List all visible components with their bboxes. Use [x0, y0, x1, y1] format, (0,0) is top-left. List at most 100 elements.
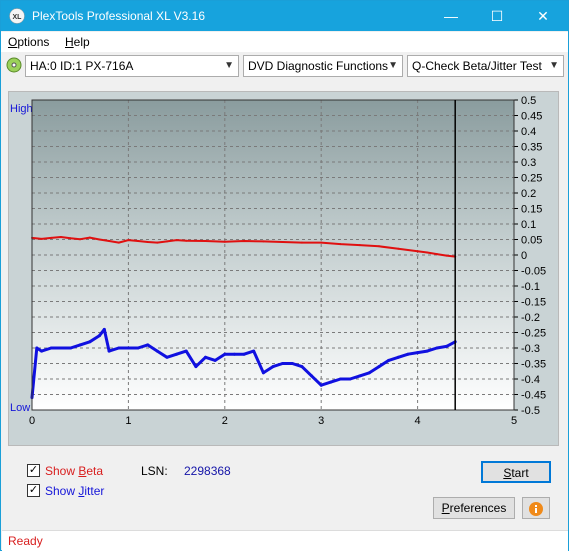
jitter-point — [445, 344, 448, 348]
jitter-point — [358, 374, 362, 378]
y-tick-label: -0.25 — [521, 328, 546, 340]
jitter-point — [59, 346, 63, 350]
test-select[interactable]: Q-Check Beta/Jitter Test ▼ — [407, 55, 564, 77]
jitter-point — [165, 355, 169, 359]
jitter-point — [377, 365, 381, 369]
y-tick-label: 0.3 — [521, 157, 536, 169]
beta-point — [146, 241, 149, 243]
jitter-point — [387, 358, 391, 362]
jitter-point — [126, 346, 130, 350]
jitter-point — [184, 349, 188, 353]
beta-point — [243, 240, 246, 242]
close-button[interactable]: ✕ — [520, 1, 566, 31]
window-title: PlexTools Professional XL V3.16 — [32, 9, 205, 23]
function-select[interactable]: DVD Diagnostic Functions ▼ — [243, 55, 403, 77]
jitter-point — [88, 340, 92, 344]
minimize-button[interactable]: — — [428, 1, 474, 31]
beta-point — [185, 239, 188, 242]
beta-point — [40, 237, 43, 240]
jitter-point — [396, 355, 400, 359]
jitter-point — [310, 374, 314, 378]
y-tick-label: 0.1 — [521, 219, 536, 231]
y-tick-label: -0.3 — [521, 343, 540, 355]
jitter-point — [367, 371, 371, 375]
menu-options[interactable]: Options — [8, 35, 49, 49]
beta-point — [281, 241, 284, 243]
jitter-point — [194, 365, 198, 369]
jitter-point — [281, 362, 285, 365]
jitter-point — [204, 355, 207, 359]
jitter-point — [416, 351, 420, 355]
beta-point — [117, 241, 120, 244]
jitter-point — [290, 362, 294, 365]
jitter-point — [435, 346, 439, 350]
drive-disc-icon — [6, 57, 22, 73]
beta-point — [156, 241, 159, 244]
jitter-point — [319, 383, 323, 387]
start-button[interactable]: Start — [481, 461, 551, 483]
beta-point — [339, 243, 342, 246]
beta-point — [88, 236, 91, 239]
jitter-point — [213, 358, 217, 362]
y-tick-label: -0.1 — [521, 281, 540, 293]
beta-point — [50, 236, 53, 239]
show-beta-label[interactable]: Show Beta — [45, 464, 103, 478]
beta-point — [127, 239, 130, 242]
maximize-button[interactable]: ☐ — [474, 1, 520, 31]
y-tick-label: 0.25 — [521, 173, 542, 185]
options-panel: ✓ Show Beta ✓ Show Jitter LSN: 2298368 S… — [8, 453, 559, 525]
chevron-down-icon: ▼ — [549, 60, 559, 71]
jitter-point — [261, 371, 265, 375]
jitter-point — [98, 334, 101, 338]
beta-point — [416, 250, 419, 253]
drive-select-value: HA:0 ID:1 PX-716A — [30, 59, 134, 73]
jitter-point — [348, 377, 352, 381]
test-select-value: Q-Check Beta/Jitter Test — [412, 59, 542, 73]
beta-point — [358, 244, 361, 247]
beta-point — [320, 241, 323, 244]
jitter-beta-chart: 0 1 2 3 4 5 0.5 0.45 0.4 0.35 0.3 0.25 0.2 0.15 0.1 0.0… — [29, 95, 546, 427]
y-tick-label: 0.5 — [521, 95, 536, 107]
x-tick-label: 2 — [222, 415, 228, 427]
beta-point — [69, 237, 72, 240]
menu-help[interactable]: Help — [65, 35, 90, 49]
lsn-value: 2298368 — [184, 464, 231, 478]
show-jitter-checkbox[interactable]: ✓ — [27, 484, 40, 497]
jitter-point — [78, 343, 82, 347]
status-text: Ready — [8, 534, 43, 548]
show-beta-checkbox[interactable]: ✓ — [27, 464, 40, 477]
beta-point — [79, 238, 82, 241]
jitter-point — [155, 349, 159, 353]
jitter-point — [300, 365, 304, 369]
info-button[interactable] — [522, 497, 550, 519]
menu-bar: Options Help — [1, 32, 568, 52]
jitter-point — [35, 346, 39, 350]
y-tick-label: 0.15 — [521, 204, 542, 216]
jitter-point — [117, 346, 121, 350]
show-jitter-label[interactable]: Show Jitter — [45, 484, 104, 498]
info-icon — [529, 502, 543, 516]
jitter-point — [252, 349, 256, 353]
chart-panel: High Low 0 1 2 3 4 5 0.5 0.45 0.4 0.35 0.3 0.25 0.2 0… — [8, 91, 559, 446]
jitter-point — [406, 352, 410, 356]
y-tick-label: -0.2 — [521, 312, 540, 324]
plextools-logo-icon: XL — [9, 8, 25, 24]
jitter-point — [242, 352, 246, 356]
y-tick-label: -0.05 — [521, 266, 546, 278]
jitter-point — [49, 346, 53, 350]
x-tick-label: 1 — [125, 415, 131, 427]
chevron-down-icon: ▼ — [224, 60, 234, 71]
beta-point — [59, 236, 62, 238]
preferences-button[interactable]: Preferences — [433, 497, 515, 519]
beta-point — [426, 251, 429, 254]
function-select-value: DVD Diagnostic Functions — [248, 59, 389, 73]
drive-select[interactable]: HA:0 ID:1 PX-716A ▼ — [25, 55, 239, 77]
y-tick-label: 0.45 — [521, 111, 542, 123]
beta-point — [166, 240, 168, 243]
jitter-point — [339, 377, 342, 381]
beta-point — [262, 240, 265, 243]
y-tick-label: 0 — [521, 250, 527, 262]
jitter-point — [102, 327, 106, 331]
jitter-point — [40, 349, 44, 353]
chevron-down-icon: ▼ — [388, 60, 398, 71]
